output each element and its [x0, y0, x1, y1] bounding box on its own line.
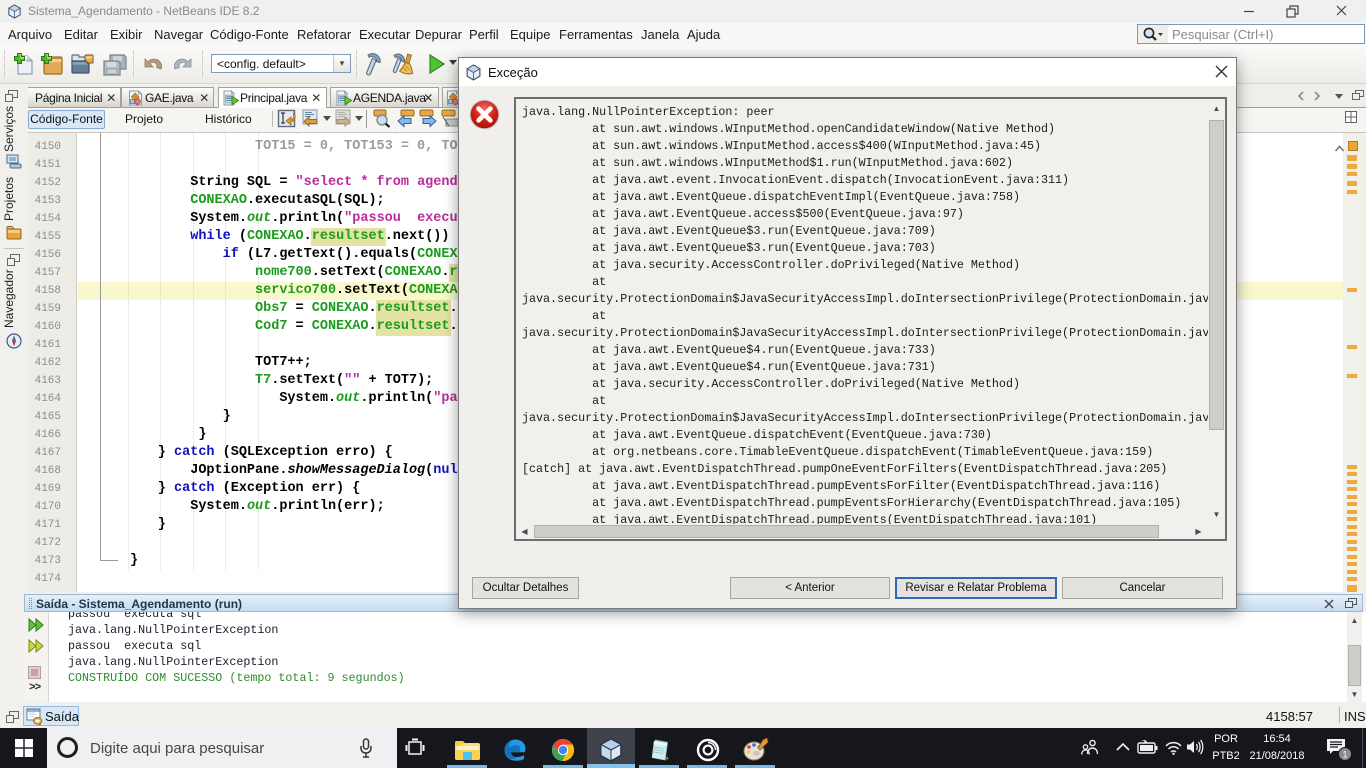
svg-text:1: 1: [1342, 750, 1347, 760]
